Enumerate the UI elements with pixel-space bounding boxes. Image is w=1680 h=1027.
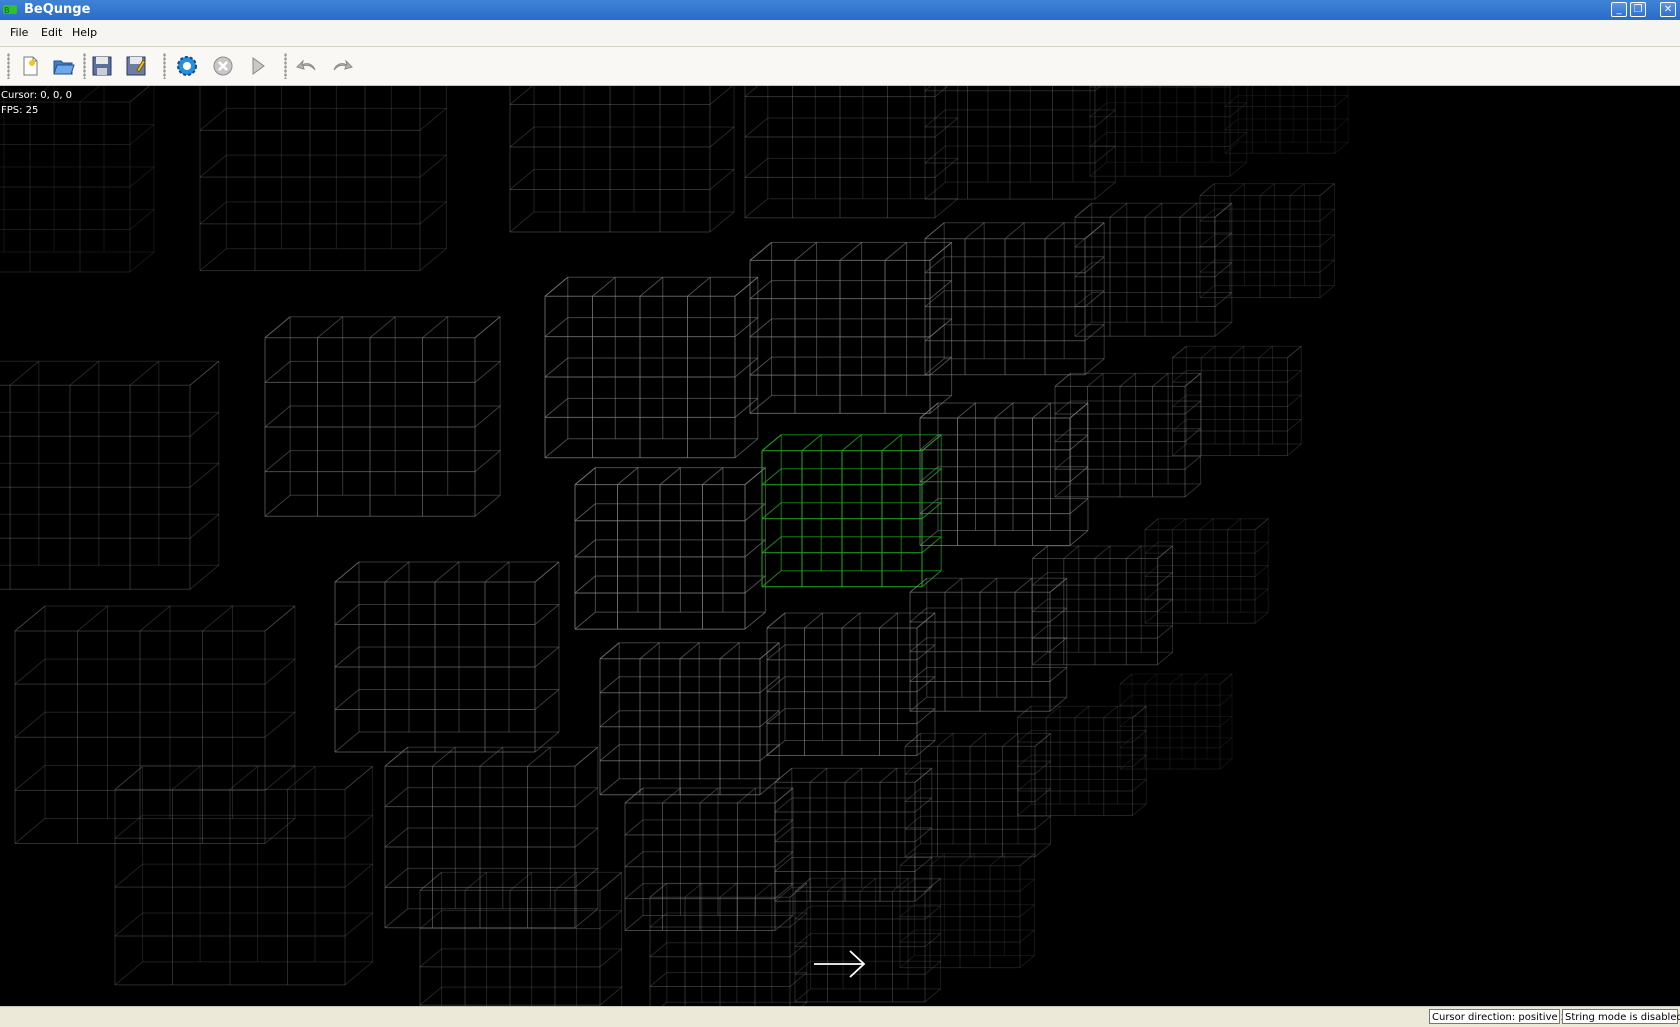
- save-as-button[interactable]: [124, 54, 148, 78]
- cursor-direction-status: Cursor direction: positive x: [1429, 1009, 1567, 1024]
- window-title: BeQunge: [24, 2, 91, 17]
- cursor-position-label: Cursor: 0, 0, 0: [1, 90, 73, 101]
- string-mode-status: String mode is disabled: [1562, 1009, 1680, 1024]
- redo-icon: [333, 59, 353, 71]
- toolbar-grip[interactable]: [284, 53, 287, 79]
- title-bar[interactable]: B BeQunge _ ❐ ✕: [0, 0, 1680, 20]
- minimize-button[interactable]: _: [1611, 2, 1627, 17]
- svg-text:B: B: [4, 6, 10, 15]
- gear-icon: [177, 56, 197, 76]
- menu-file[interactable]: File: [10, 26, 28, 39]
- undo-button[interactable]: [295, 54, 319, 78]
- app-icon: B: [3, 3, 17, 16]
- toolbar-separator: [83, 53, 86, 79]
- toolbar-grip[interactable]: [163, 53, 166, 79]
- open-file-button[interactable]: [52, 54, 76, 78]
- restore-icon: ❐: [1633, 4, 1643, 15]
- save-button[interactable]: [90, 54, 114, 78]
- stop-icon: [213, 56, 233, 76]
- floppy-disk-icon: [92, 56, 112, 76]
- save-as-icon: [126, 56, 146, 76]
- new-file-icon: [23, 56, 38, 76]
- wireframe-cube-grid: [0, 86, 1349, 1006]
- play-icon: [252, 57, 265, 75]
- fps-label: FPS: 25: [1, 105, 39, 116]
- menu-bar: File Edit Help: [0, 20, 1680, 47]
- run-button[interactable]: [246, 54, 270, 78]
- funge-space-3d-view[interactable]: Cursor: 0, 0, 0 FPS: 25: [0, 86, 1680, 1006]
- stop-button[interactable]: [211, 54, 235, 78]
- menu-edit[interactable]: Edit: [41, 26, 62, 39]
- toolbar: [0, 47, 1680, 86]
- toolbar-grip[interactable]: [7, 53, 10, 79]
- close-button[interactable]: ✕: [1660, 2, 1676, 17]
- open-folder-icon: [53, 60, 75, 75]
- menu-help[interactable]: Help: [72, 26, 97, 39]
- status-bar: Cursor direction: positive x String mode…: [0, 1006, 1680, 1027]
- minimize-icon: _: [1616, 4, 1622, 15]
- step-button[interactable]: [175, 54, 199, 78]
- undo-icon: [296, 59, 316, 71]
- restore-button[interactable]: ❐: [1630, 2, 1646, 17]
- redo-button[interactable]: [330, 54, 354, 78]
- arrow-right-icon: [814, 950, 866, 978]
- close-icon: ✕: [1663, 4, 1673, 15]
- new-file-button[interactable]: [18, 54, 42, 78]
